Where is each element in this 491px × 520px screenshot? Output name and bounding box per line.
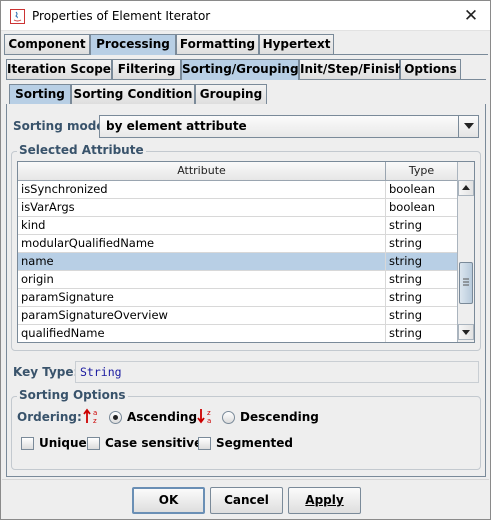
attribute-cell: modularQualifiedName [18,235,386,253]
attribute-cell: paramSignatureOverview [18,307,386,325]
divider [176,54,488,55]
column-header-attribute[interactable]: Attribute [18,162,386,181]
divider [6,79,181,80]
tab-processing[interactable]: Processing [90,34,176,55]
sort-ascending-icon: a z [83,408,97,424]
tab-hypertext[interactable]: Hypertext [259,34,334,54]
tab-component[interactable]: Component [4,34,90,54]
sorting-options-group [11,396,481,470]
unique-checkbox[interactable] [21,437,34,450]
descending-radio[interactable] [222,411,235,424]
type-cell: string [389,308,423,322]
selected-attribute-title: Selected Attribute [17,143,146,157]
sub-tab-strip: Iteration Scope Filtering Sorting/Groupi… [6,59,486,80]
inner-tab-strip: Sorting Sorting Condition Grouping [9,84,479,105]
tab-filtering[interactable]: Filtering [112,59,181,79]
table-row[interactable]: qualifiedName string [18,325,458,342]
segmented-checkbox[interactable] [198,437,211,450]
sort-descending-icon: z a [197,409,211,424]
attribute-table: Attribute Type isSynchronized boolean isVa… [17,161,475,343]
scroll-up-icon[interactable] [458,180,474,196]
ascending-label[interactable]: Ascending [127,410,197,424]
tab-sorting-condition[interactable]: Sorting Condition [71,84,195,104]
ascending-radio[interactable] [109,411,122,424]
cancel-button[interactable]: Cancel [210,487,283,514]
sorting-mode-label: Sorting mode: [13,119,110,133]
sorting-mode-combo[interactable]: by element attribute [99,115,479,138]
type-cell: string [389,218,423,232]
attribute-cell: isVarArgs [18,199,386,217]
divider [299,79,486,80]
unique-label[interactable]: Unique [39,436,87,450]
table-row[interactable]: isSynchronized boolean [18,181,458,199]
tab-iteration-scope[interactable]: Iteration Scope [6,59,112,79]
attribute-cell: kind [18,217,386,235]
scrollbar-thumb[interactable] [459,262,473,304]
dialog-window: Properties of Element Iterator ✕ Compone… [0,0,491,520]
attribute-cell: origin [18,271,386,289]
table-row[interactable]: origin string [18,271,458,289]
table-row[interactable]: isVarArgs boolean [18,199,458,217]
main-tab-strip: Component Processing Formatting Hypertex… [4,34,489,55]
table-row[interactable]: paramSignature string [18,289,458,307]
tab-sorting-grouping[interactable]: Sorting/Grouping [181,59,299,80]
table-row[interactable]: kind string [18,217,458,235]
tab-init-step-finish[interactable]: Init/Step/Finish [299,59,403,79]
type-cell: boolean [389,182,435,196]
chevron-down-icon[interactable] [458,116,478,137]
case-sensitive-label[interactable]: Case sensitive [105,436,202,450]
type-cell: string [389,272,423,286]
table-header: Attribute Type [18,162,458,181]
svg-text:a: a [207,417,211,424]
table-scrollbar[interactable] [457,162,474,342]
svg-text:z: z [93,417,97,424]
tab-options[interactable]: Options [400,59,461,79]
attribute-cell: paramSignature [18,289,386,307]
key-type-label: Key Type: [13,365,79,379]
table-row[interactable]: paramSignatureOverview string [18,307,458,325]
descending-label[interactable]: Descending [240,410,319,424]
apply-button[interactable]: Apply [288,487,361,514]
type-cell: boolean [389,200,435,214]
tab-sorting[interactable]: Sorting [9,84,71,105]
type-cell: string [389,326,423,340]
title-bar: Properties of Element Iterator ✕ [1,1,490,31]
table-row[interactable]: modularQualifiedName string [18,235,458,253]
sorting-mode-value: by element attribute [106,119,247,133]
case-sensitive-checkbox[interactable] [87,437,100,450]
tab-formatting[interactable]: Formatting [176,34,259,54]
attribute-cell: isSynchronized [18,181,386,199]
ordering-label: Ordering: [17,410,82,424]
svg-text:z: z [207,409,211,417]
column-header-type[interactable]: Type [386,162,458,181]
type-cell: string [389,254,423,268]
window-title: Properties of Element Iterator [32,9,211,23]
type-cell: string [389,236,423,250]
attribute-cell: qualifiedName [18,325,386,342]
ok-button[interactable]: OK [132,487,205,514]
close-icon[interactable]: ✕ [458,4,484,28]
scroll-down-icon[interactable] [458,324,474,340]
key-type-field: String [75,361,479,383]
key-type-value: String [80,365,122,379]
segmented-label[interactable]: Segmented [216,436,293,450]
table-row[interactable]: name string [18,253,458,271]
tab-grouping[interactable]: Grouping [195,84,267,104]
type-cell: string [389,290,423,304]
divider [2,479,489,480]
sorting-options-title: Sorting Options [17,388,128,402]
svg-text:a: a [93,409,97,417]
attribute-cell: name [18,253,386,271]
divider [4,54,90,55]
java-app-icon [10,9,25,24]
